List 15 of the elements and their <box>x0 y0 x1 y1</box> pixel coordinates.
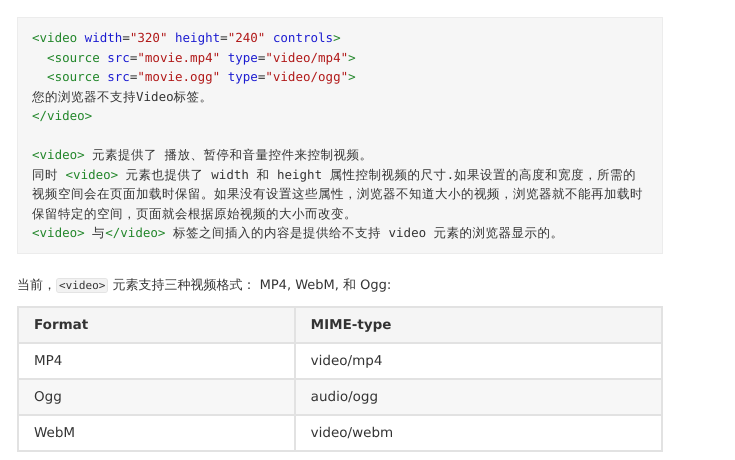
code-line: <video> 元素提供了 播放、暂停和音量控件来控制视频。 <box>32 146 374 164</box>
code-line: <source src="movie.ogg" type="video/ogg"> <box>47 68 357 86</box>
code-line: </video> <box>32 107 94 125</box>
column-header: Format <box>18 306 295 342</box>
code-line: 同时 <video> 元素也提供了 width 和 height 属性控制视频的尺寸.如果设置的高度和宽度，所需的视频空间会在页面加载时保留。如果没有设置这些属性，浏览器不知道大小的视频，浏览器就不能再加载时保留特定的空间，页面就会根据原始视频的大小而改变。 <box>32 166 644 222</box>
table-cell: video/webm <box>294 414 662 450</box>
code-line: <video> 与</video> 标签之间插入的内容是提供给不支持 video 元素的浏览器显示的。 <box>32 224 565 242</box>
code-line: <source src="movie.mp4" type="video/mp4"> <box>47 48 357 67</box>
table-cell: audio/ogg <box>294 378 662 414</box>
table-cell: WebM <box>18 414 295 450</box>
code-line: <video width="320" height="240" controls> <box>32 29 342 47</box>
column-header: MIME-type <box>294 306 662 342</box>
intro-text: 当前， <video> 元素支持三种视频格式： MP4, WebM, 和 Ogg: <box>17 276 392 294</box>
table-cell: Ogg <box>18 378 295 414</box>
code-line: 您的浏览器不支持Video标签。 <box>32 88 214 106</box>
